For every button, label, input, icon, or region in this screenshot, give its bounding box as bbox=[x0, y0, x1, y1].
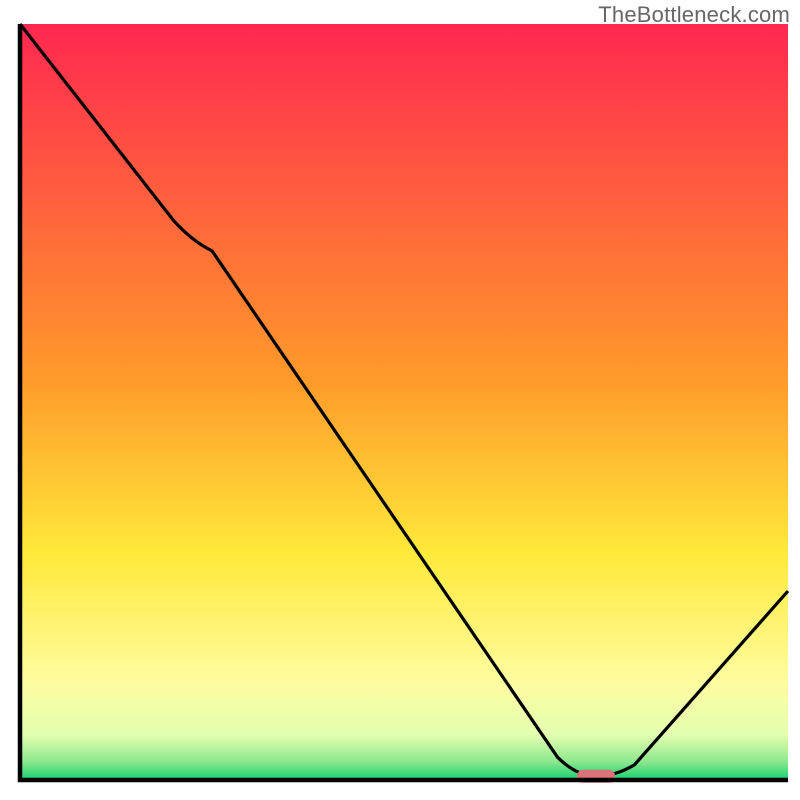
bottleneck-chart bbox=[0, 0, 800, 800]
chart-container: { "watermark": "TheBottleneck.com", "cha… bbox=[0, 0, 800, 800]
plot-area bbox=[20, 24, 788, 783]
gradient-background bbox=[20, 24, 788, 780]
